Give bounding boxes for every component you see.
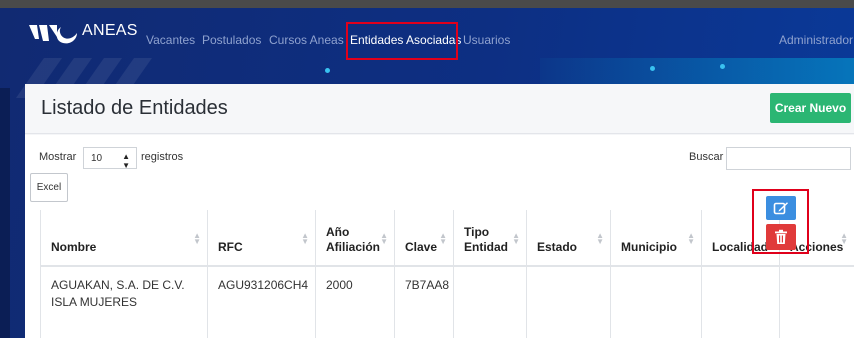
select-caret-icon: ▲ ▼ xyxy=(122,152,130,170)
nav-link-postulados[interactable]: Postulados xyxy=(202,33,261,47)
sort-icon: ▲▼ xyxy=(840,231,848,246)
excel-export-button[interactable]: Excel xyxy=(30,173,68,202)
table-cell-anio: 2000 xyxy=(316,267,395,338)
decorative-dot xyxy=(720,64,725,69)
records-label: registros xyxy=(141,151,184,163)
aneas-logo-icon[interactable] xyxy=(27,21,79,47)
decorative-dot xyxy=(650,66,655,71)
nav-link-cursos-aneas[interactable]: Cursos Aneas xyxy=(269,33,344,47)
show-label: Mostrar xyxy=(39,151,77,163)
column-header-tipo-entidad[interactable]: Tipo Entidad ▲ ▼ xyxy=(454,210,527,267)
sort-icon: ▲▼ xyxy=(687,231,695,246)
highlight-box-actions xyxy=(752,189,809,254)
table-cell-municipio xyxy=(611,267,702,338)
sort-icon: ▲▼ xyxy=(380,231,388,246)
sort-icon: ▲▼ xyxy=(439,231,447,246)
decorative-dot xyxy=(325,68,330,73)
card-header: Listado de Entidades Crear Nuevo xyxy=(25,84,854,134)
sort-icon: ▲▼ xyxy=(596,231,604,246)
sort-icon: ▲▼ xyxy=(301,231,309,246)
highlight-box-nav xyxy=(346,22,458,60)
user-menu[interactable]: Administrador xyxy=(779,33,853,47)
page-title: Listado de Entidades xyxy=(41,97,228,119)
table-cell-acciones xyxy=(780,267,854,338)
column-header-estado[interactable]: Estado ▲ ▼ xyxy=(527,210,611,267)
column-header-clave[interactable]: Clave ▲ ▼ xyxy=(395,210,454,267)
search-label: Buscar xyxy=(689,151,724,163)
table-cell-estado xyxy=(527,267,611,338)
sort-icon: ▲▼ xyxy=(512,231,520,246)
table-cell-clave: 7B7AA8 xyxy=(395,267,454,338)
column-header-nombre[interactable]: Nombre ▲ ▼ xyxy=(41,210,208,267)
table-cell-tipo xyxy=(454,267,527,338)
brand-name[interactable]: ANEAS xyxy=(82,22,138,40)
create-new-button[interactable]: Crear Nuevo xyxy=(770,93,851,123)
sort-icon: ▲▼ xyxy=(193,231,201,246)
page-size-select[interactable]: 10 ▲ ▼ xyxy=(83,147,137,170)
nav-link-usuarios[interactable]: Usuarios xyxy=(463,33,510,47)
table-cell-localidad xyxy=(702,267,780,338)
column-header-municipio[interactable]: Municipio ▲ ▼ xyxy=(611,210,702,267)
page-size-value: 10 xyxy=(91,152,103,164)
window-top-strip xyxy=(0,0,854,8)
search-input[interactable] xyxy=(726,147,851,170)
table-cell-rfc: AGU931206CH4 xyxy=(208,267,316,338)
nav-link-vacantes[interactable]: Vacantes xyxy=(146,33,195,47)
column-header-anio-afiliacion[interactable]: Año Afiliación ▲ ▼ xyxy=(316,210,395,267)
entities-card: Listado de Entidades Crear Nuevo Mostrar… xyxy=(25,84,854,338)
decorative-left-bar xyxy=(0,88,10,338)
table-cell-nombre: AGUAKAN, S.A. DE C.V. ISLA MUJERES xyxy=(41,267,208,338)
card-body: Mostrar 10 ▲ ▼ registros Buscar Excel Nom… xyxy=(25,135,854,338)
column-header-rfc[interactable]: RFC ▲ ▼ xyxy=(208,210,316,267)
